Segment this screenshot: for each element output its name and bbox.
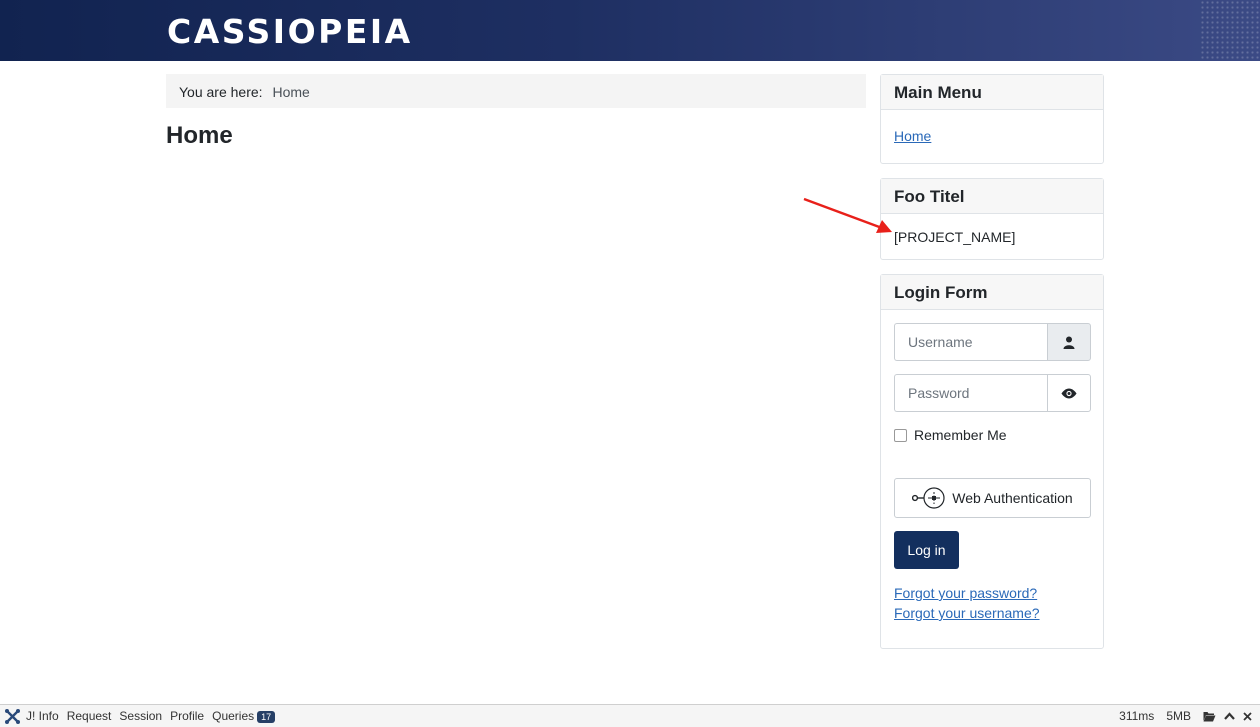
foo-module-content: [PROJECT_NAME] [894,229,1016,245]
forgot-username-link[interactable]: Forgot your username? [894,605,1040,621]
breadcrumb: You are here: Home [166,74,866,108]
login-button[interactable]: Log in [894,531,959,569]
folder-open-icon[interactable] [1203,711,1216,722]
debug-memory: 5MB [1166,709,1191,723]
remember-me[interactable]: Remember Me [894,427,1007,443]
username-input[interactable]: Username [894,323,1047,361]
debug-tab-session[interactable]: Session [119,709,162,723]
header-dot-pattern [1200,0,1260,61]
eye-icon[interactable] [1047,374,1091,412]
main-menu-title: Main Menu [881,75,1103,110]
user-icon [1047,323,1091,361]
debug-bar: J! Info Request Session Profile Queries 1… [0,704,1260,727]
foo-module-title: Foo Titel [881,179,1103,214]
password-input[interactable]: Password [894,374,1047,412]
debug-tab-request[interactable]: Request [67,709,112,723]
breadcrumb-current: Home [272,84,310,100]
passkey-icon [912,487,945,509]
main-menu-module: Main Menu Home [880,74,1104,164]
debug-tab-jinfo[interactable]: J! Info [26,709,59,723]
password-group: Password [894,374,1091,412]
menu-item-home[interactable]: Home [894,128,931,144]
site-brand[interactable]: CASSIOPEIA [167,12,413,51]
debug-time: 311ms [1119,709,1155,723]
debug-tab-queries[interactable]: Queries 17 [212,709,276,723]
login-form-module: Login Form Username Password Remember Me… [880,274,1104,649]
remember-me-label: Remember Me [914,427,1007,443]
web-authentication-button[interactable]: Web Authentication [894,478,1091,518]
login-form-title: Login Form [881,275,1103,310]
debug-tab-profile[interactable]: Profile [170,709,204,723]
chevron-up-icon[interactable] [1224,712,1235,720]
page-title: Home [166,122,233,149]
debug-tab-queries-label: Queries [212,709,255,723]
site-header: CASSIOPEIA [0,0,1260,61]
foo-module: Foo Titel [PROJECT_NAME] [880,178,1104,260]
forgot-password-link[interactable]: Forgot your password? [894,585,1037,601]
web-authentication-label: Web Authentication [952,490,1073,506]
queries-count-badge: 17 [257,711,276,723]
remember-me-checkbox[interactable] [894,428,907,442]
annotation-arrow-icon [803,197,892,233]
breadcrumb-label: You are here: [179,84,263,100]
username-group: Username [894,323,1091,361]
close-icon[interactable] [1243,711,1252,721]
joomla-icon[interactable] [5,708,20,724]
